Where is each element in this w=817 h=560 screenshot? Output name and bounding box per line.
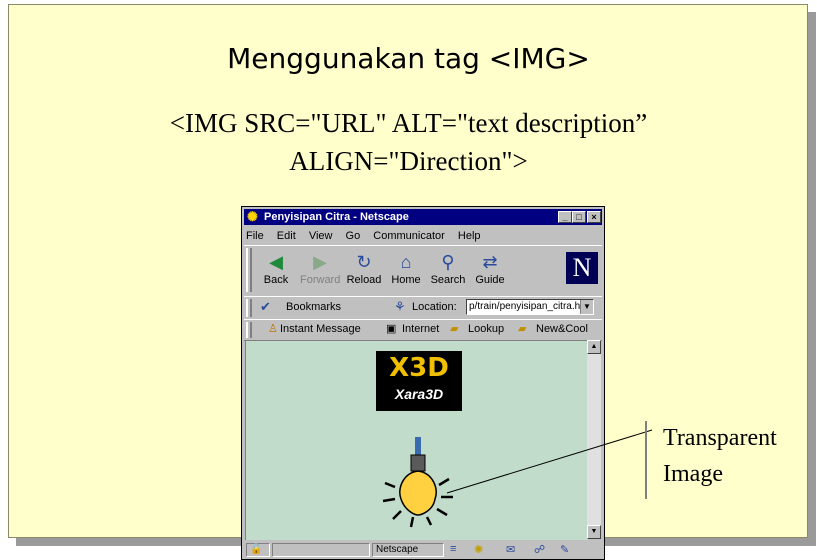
callout-line <box>446 429 653 494</box>
callout-line-2: Image <box>663 461 723 487</box>
callout-label: Transparent Image <box>663 420 777 492</box>
callout-bracket <box>645 421 647 499</box>
callout-line-1: Transparent <box>663 425 777 451</box>
